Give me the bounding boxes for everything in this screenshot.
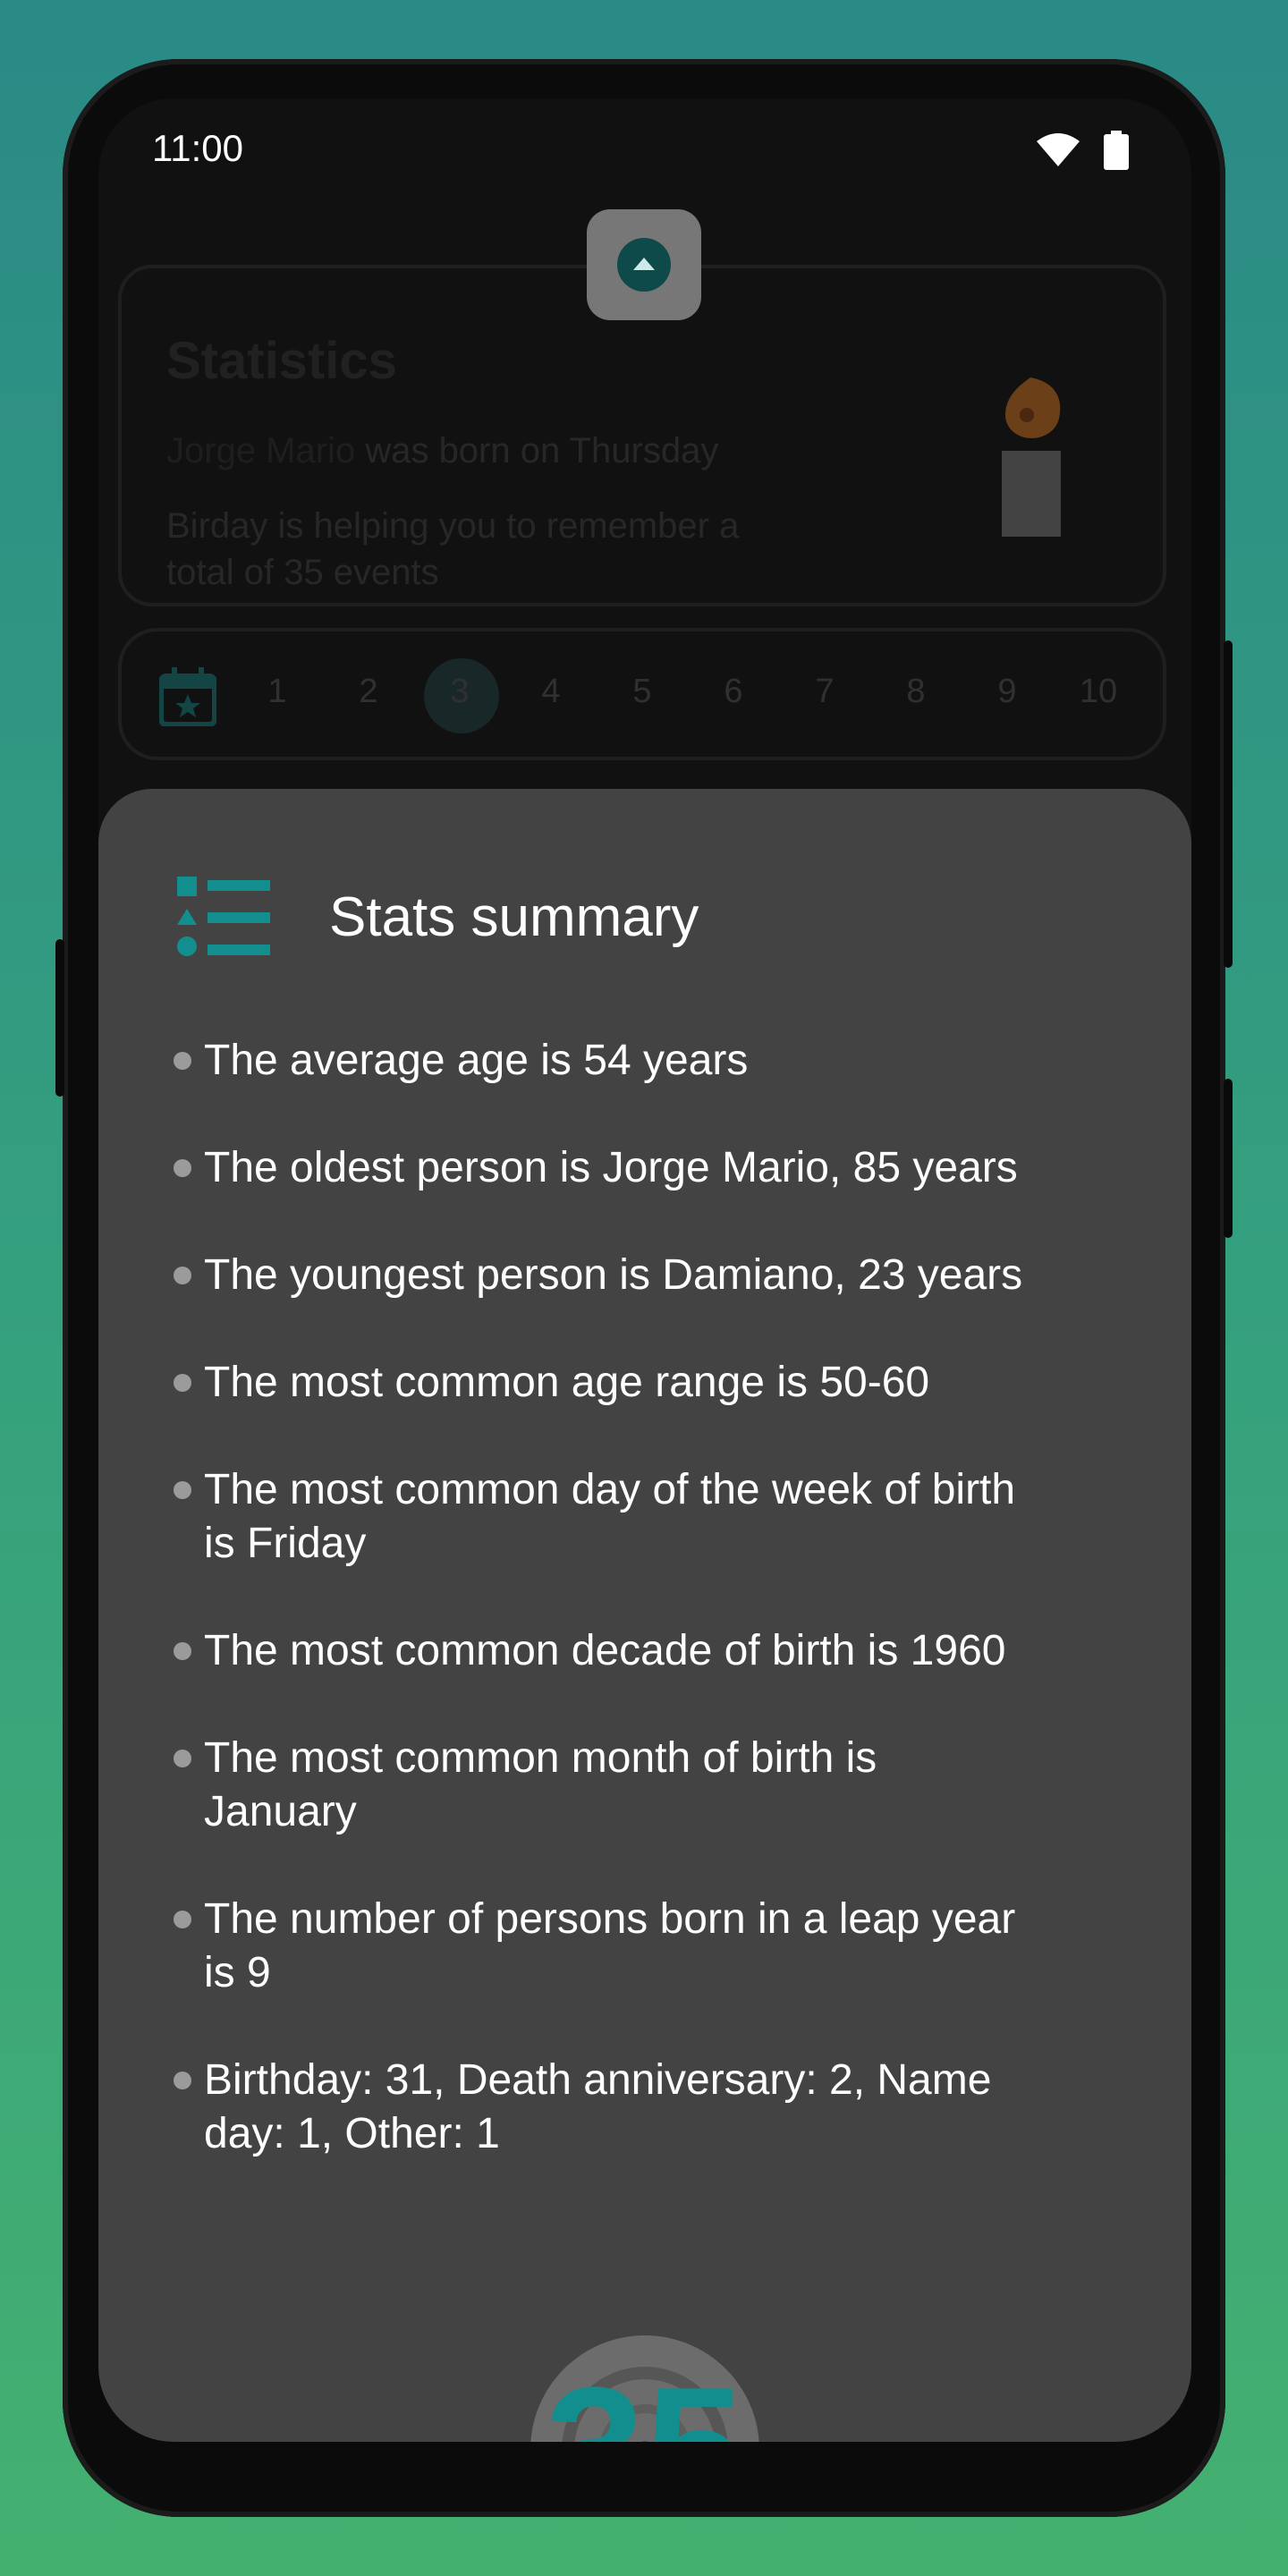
day-3[interactable]: 3 (424, 673, 496, 711)
stat-event-types-line-1: Birthday: 31, Death anniversary: 2, Name (204, 2056, 992, 2104)
side-button-right-bottom (1224, 1079, 1233, 1238)
day-5[interactable]: 5 (606, 673, 678, 711)
day-1[interactable]: 1 (242, 673, 313, 711)
bullet-icon (174, 1159, 191, 1177)
stat-common-weekday-line-1: The most common day of the week of birth (204, 1466, 1016, 1513)
day-7[interactable]: 7 (789, 673, 860, 711)
status-time: 11:00 (152, 127, 243, 169)
statistics-events-line-1: Birday is helping you to remember a (166, 506, 740, 546)
bullet-icon (174, 1911, 191, 1928)
status-bar: 11:00 (98, 98, 1191, 197)
day-8[interactable]: 8 (880, 673, 952, 711)
calendar-icon[interactable] (159, 667, 216, 726)
sheet-title: Stats summary (329, 886, 699, 948)
bullet-icon (174, 1267, 191, 1284)
events-counter: 35 (530, 2334, 760, 2442)
stat-leap-year-line-2: is 9 (204, 1949, 271, 1996)
day-9[interactable]: 9 (971, 673, 1043, 711)
side-button-left (55, 939, 64, 1097)
statistics-title: Statistics (166, 332, 397, 390)
app-screen: 11:00 Statistics Jorge Mario was born on… (98, 98, 1191, 2442)
stat-event-types-line-2: day: 1, Other: 1 (204, 2110, 500, 2157)
bullet-icon (174, 1374, 191, 1392)
chevron-up-icon (617, 238, 671, 292)
stats-summary-sheet: Stats summary The average age is 54 year… (98, 789, 1191, 2442)
candle-icon (1002, 377, 1061, 537)
statistics-born-day: was born on Thursday (355, 431, 719, 470)
dates-row: 1 2 3 4 5 6 7 8 9 10 (118, 628, 1166, 760)
stat-common-decade: The most common decade of birth is 1960 (204, 1627, 1006, 1674)
status-icons (1036, 131, 1129, 170)
expand-handle-button[interactable] (587, 209, 701, 320)
day-10[interactable]: 10 (1063, 673, 1134, 711)
battery-icon (1104, 131, 1129, 170)
bullet-icon (174, 1052, 191, 1070)
stat-oldest-person: The oldest person is Jorge Mario, 85 yea… (204, 1144, 1018, 1191)
stat-common-month-line-1: The most common month of birth is (204, 1734, 877, 1782)
side-button-right-top (1224, 640, 1233, 968)
bullet-icon (174, 2072, 191, 2089)
stat-leap-year-line-1: The number of persons born in a leap yea… (204, 1895, 1016, 1943)
bullet-icon (174, 1481, 191, 1499)
day-2[interactable]: 2 (333, 673, 404, 711)
list-icon (177, 877, 270, 956)
statistics-born-line: Jorge Mario was born on Thursday (166, 428, 718, 474)
wifi-icon (1037, 133, 1080, 166)
statistics-person-name: Jorge Mario (166, 431, 356, 470)
day-6[interactable]: 6 (698, 673, 769, 711)
stat-common-age-range: The most common age range is 50-60 (204, 1359, 930, 1406)
day-4[interactable]: 4 (515, 673, 587, 711)
stat-common-weekday-line-2: is Friday (204, 1520, 367, 1567)
events-counter-number: 35 (530, 2361, 760, 2443)
bullet-icon (174, 1642, 191, 1660)
stat-common-month-line-2: January (204, 1788, 357, 1835)
bullet-icon (174, 1750, 191, 1767)
stat-youngest-person: The youngest person is Damiano, 23 years (204, 1251, 1023, 1299)
statistics-events-line-2: total of 35 events (166, 553, 439, 592)
stat-average-age: The average age is 54 years (204, 1037, 749, 1084)
